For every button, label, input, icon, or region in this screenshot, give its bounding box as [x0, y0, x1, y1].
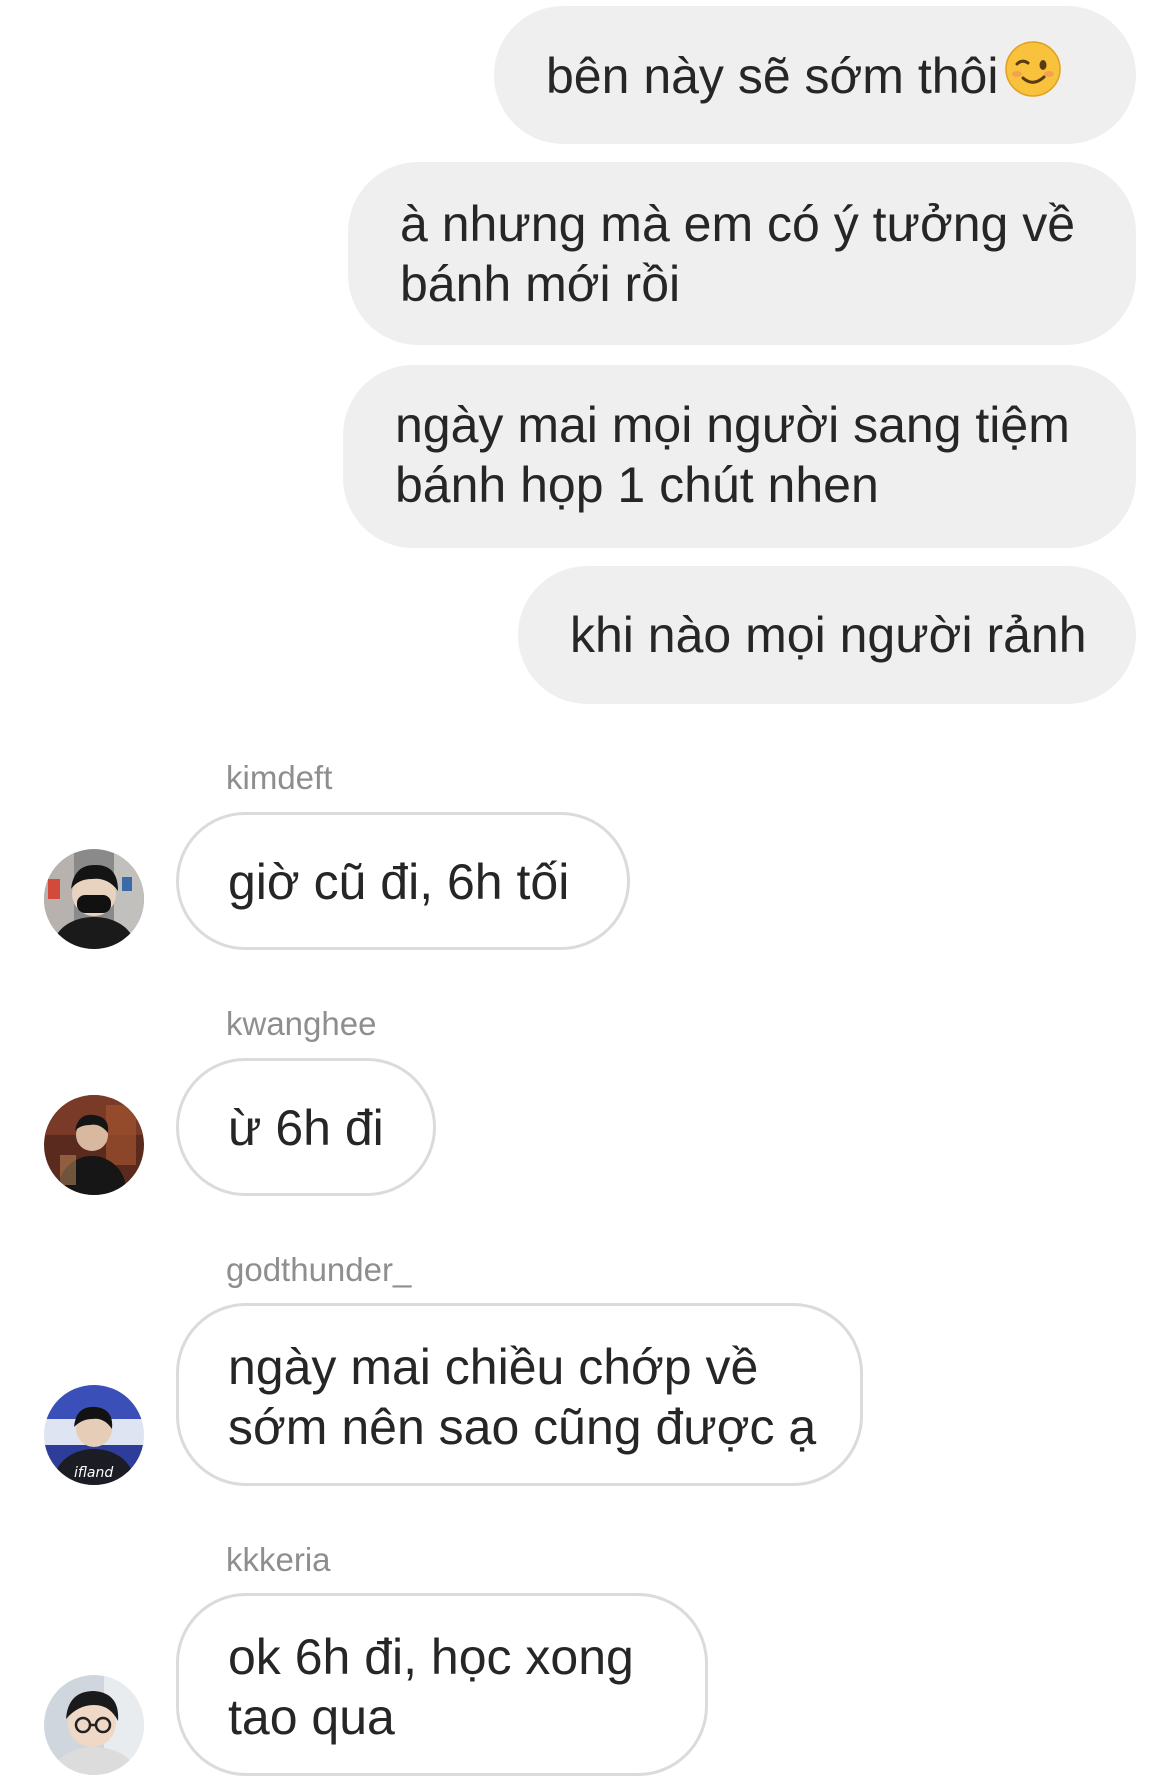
outgoing-message-bubble[interactable]: bên này sẽ sớm thôi: [494, 6, 1136, 144]
message-text: bên này sẽ sớm thôi: [546, 48, 999, 104]
message-text-line: ngày mai mọi người sang tiệm: [395, 397, 1070, 453]
incoming-message-bubble[interactable]: giờ cũ đi, 6h tối: [176, 812, 630, 950]
sender-name: kimdeft: [226, 759, 333, 796]
message-text-line: sớm nên sao cũng được ạ: [228, 1399, 817, 1455]
sender-name: godthunder_: [226, 1251, 412, 1288]
message-text-line: ừ 6h đi: [228, 1100, 384, 1156]
incoming-message-bubble[interactable]: ngày mai chiều chớp về sớm nên sao cũng …: [176, 1303, 863, 1486]
avatar[interactable]: ifland: [44, 1385, 144, 1485]
outgoing-message-bubble[interactable]: ngày mai mọi người sang tiệm bánh họp 1 …: [343, 365, 1136, 548]
sender-name: kkkeria: [226, 1541, 331, 1578]
winking-face-emoji-icon: [1004, 40, 1062, 111]
message-text-line: à nhưng mà em có ý tưởng về: [400, 196, 1076, 252]
avatar[interactable]: [44, 1675, 144, 1775]
message-text: khi nào mọi người rảnh: [570, 607, 1087, 663]
message-text-line: bánh họp 1 chút nhen: [395, 457, 879, 513]
sender-name: kwanghee: [226, 1005, 377, 1042]
message-text-line: ngày mai chiều chớp về: [228, 1339, 759, 1395]
incoming-message-bubble[interactable]: ừ 6h đi: [176, 1058, 436, 1196]
message-text-line: giờ cũ đi, 6h tối: [228, 854, 570, 910]
message-text-line: tao qua: [228, 1689, 395, 1745]
avatar[interactable]: [44, 1095, 144, 1195]
avatar[interactable]: [44, 849, 144, 949]
message-text-line: bánh mới rồi: [400, 256, 681, 312]
outgoing-message-bubble[interactable]: à nhưng mà em có ý tưởng về bánh mới rồi: [348, 162, 1136, 345]
message-text-line: ok 6h đi, học xong: [228, 1629, 634, 1685]
incoming-message-bubble[interactable]: ok 6h đi, học xong tao qua: [176, 1593, 708, 1776]
svg-text:ifland: ifland: [74, 1465, 113, 1481]
outgoing-message-bubble[interactable]: khi nào mọi người rảnh: [518, 566, 1136, 704]
